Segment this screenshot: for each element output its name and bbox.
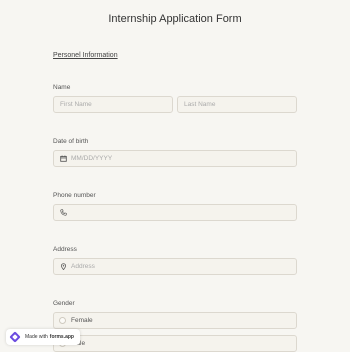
section-title: Personel Information — [53, 52, 118, 59]
radio-button[interactable] — [59, 317, 66, 324]
badge-brand: forms.app — [49, 334, 74, 340]
gender-option-female[interactable]: Female — [53, 312, 297, 329]
dob-label: Date of birth — [53, 138, 89, 145]
phone-input[interactable] — [53, 204, 297, 221]
phone-label: Phone number — [53, 192, 96, 199]
forms-app-logo-icon — [9, 331, 21, 343]
first-name-placeholder: First Name — [60, 101, 92, 108]
calendar-icon — [59, 155, 67, 163]
badge-prefix: Made with — [25, 334, 48, 340]
last-name-placeholder: Last Name — [184, 101, 216, 108]
gender-option-male[interactable]: Male — [53, 335, 297, 352]
made-with-badge[interactable]: Made with forms.app — [6, 329, 80, 345]
address-label: Address — [53, 246, 77, 253]
first-name-input[interactable]: First Name — [53, 96, 173, 113]
gender-label: Gender — [53, 300, 75, 307]
address-input[interactable]: Address — [53, 258, 297, 275]
location-pin-icon — [59, 263, 67, 271]
form-title: Internship Application Form — [108, 13, 242, 25]
gender-option-label: Female — [71, 317, 93, 324]
last-name-input[interactable]: Last Name — [177, 96, 297, 113]
phone-icon — [59, 209, 67, 217]
address-placeholder: Address — [71, 263, 95, 270]
dob-placeholder: MM/DD/YYYY — [71, 155, 113, 162]
dob-input[interactable]: MM/DD/YYYY — [53, 150, 297, 167]
name-label: Name — [53, 84, 71, 91]
